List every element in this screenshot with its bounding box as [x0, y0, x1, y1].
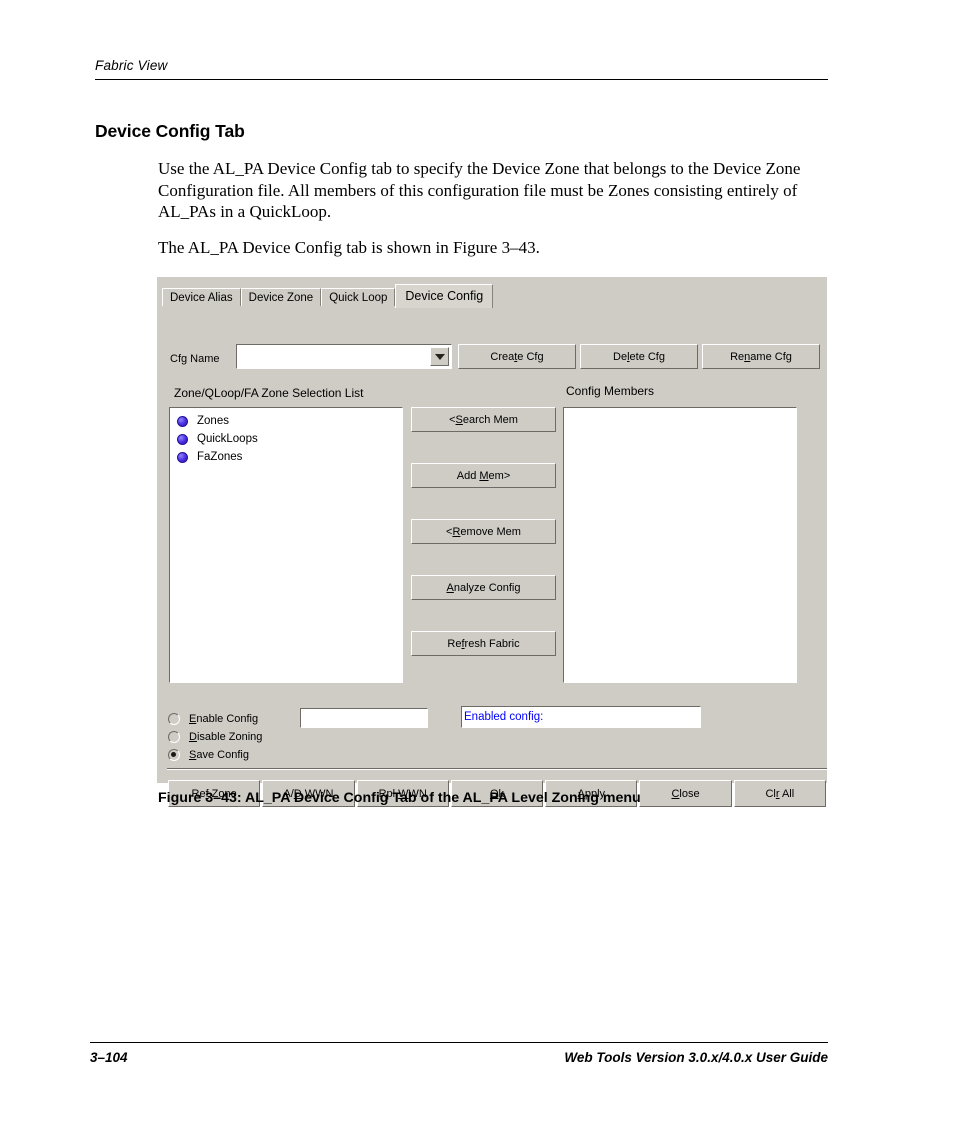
list-item-label: FaZones	[197, 451, 243, 463]
tab-device-zone[interactable]: Device Zone	[240, 288, 322, 307]
tab-device-alias[interactable]: Device Alias	[162, 288, 241, 307]
tab-device-config[interactable]: Device Config	[395, 284, 494, 308]
radio-icon	[168, 713, 180, 725]
radio-label: Save Config	[189, 749, 249, 761]
list-item[interactable]: QuickLoops	[170, 430, 402, 448]
paragraph-2: The AL_PA Device Config tab is shown in …	[158, 237, 540, 257]
header-rule	[95, 79, 828, 80]
sphere-icon	[177, 451, 188, 463]
enabled-config-status-field: Enabled config:	[461, 706, 701, 728]
radio-enable-config[interactable]: Enable Config	[168, 710, 262, 728]
device-config-panel: Cfg Name Create Cfg Delete Cfg Rename Cf…	[162, 306, 827, 807]
running-header-text: Fabric View	[95, 58, 168, 73]
paragraph-1: Use the AL_PA Device Config tab to speci…	[158, 159, 801, 221]
config-members-list[interactable]	[563, 407, 797, 683]
page-footer: 3–104 Web Tools Version 3.0.x/4.0.x User…	[90, 1042, 828, 1065]
chevron-down-icon[interactable]	[430, 347, 449, 366]
tab-strip: Device Alias Device Zone Quick Loop Devi…	[162, 282, 822, 308]
create-cfg-button[interactable]: Create Cfg	[458, 344, 576, 369]
analyze-config-button[interactable]: Analyze Config	[411, 575, 556, 600]
page-header: Fabric View	[95, 58, 828, 80]
list-item[interactable]: FaZones	[170, 448, 402, 466]
selection-list-label: Zone/QLoop/FA Zone Selection List	[174, 386, 364, 400]
page-number: 3–104	[90, 1050, 128, 1065]
enable-config-input[interactable]	[300, 708, 428, 728]
cfg-name-label: Cfg Name	[170, 353, 220, 365]
enabled-config-text: Enabled config:	[464, 711, 544, 723]
radio-icon-selected	[168, 749, 180, 761]
figure-caption: Figure 3–43: AL_PA Device Config Tab of …	[158, 790, 641, 806]
search-mem-button[interactable]: <Search Mem	[411, 407, 556, 432]
zone-selection-list[interactable]: Zones QuickLoops FaZones	[169, 407, 403, 683]
device-config-dialog: Device Alias Device Zone Quick Loop Devi…	[157, 277, 827, 807]
radio-save-config[interactable]: Save Config	[168, 746, 262, 764]
list-item-label: QuickLoops	[197, 433, 258, 445]
rename-cfg-button[interactable]: Rename Cfg	[702, 344, 820, 369]
radio-disable-zoning[interactable]: Disable Zoning	[168, 728, 262, 746]
list-item-label: Zones	[197, 415, 229, 427]
sphere-icon	[177, 433, 188, 445]
config-members-label: Config Members	[566, 384, 655, 398]
refresh-fabric-button[interactable]: Refresh Fabric	[411, 631, 556, 656]
tab-quick-loop[interactable]: Quick Loop	[321, 288, 396, 307]
remove-mem-button[interactable]: <Remove Mem	[411, 519, 556, 544]
add-mem-button[interactable]: Add Mem>	[411, 463, 556, 488]
cfg-name-combo[interactable]	[236, 344, 452, 369]
guide-title: Web Tools Version 3.0.x/4.0.x User Guide	[564, 1050, 828, 1065]
body-copy: Use the AL_PA Device Config tab to speci…	[158, 158, 830, 272]
page-title: Device Config Tab	[95, 121, 245, 141]
config-action-radio-group: Enable Config Disable Zoning Save Config	[168, 710, 262, 764]
radio-label: Disable Zoning	[189, 731, 263, 743]
list-item[interactable]: Zones	[170, 412, 402, 430]
radio-label: Enable Config	[189, 713, 259, 725]
sphere-icon	[177, 415, 188, 427]
delete-cfg-button[interactable]: Delete Cfg	[580, 344, 698, 369]
radio-icon	[168, 731, 180, 743]
divider	[167, 768, 827, 770]
